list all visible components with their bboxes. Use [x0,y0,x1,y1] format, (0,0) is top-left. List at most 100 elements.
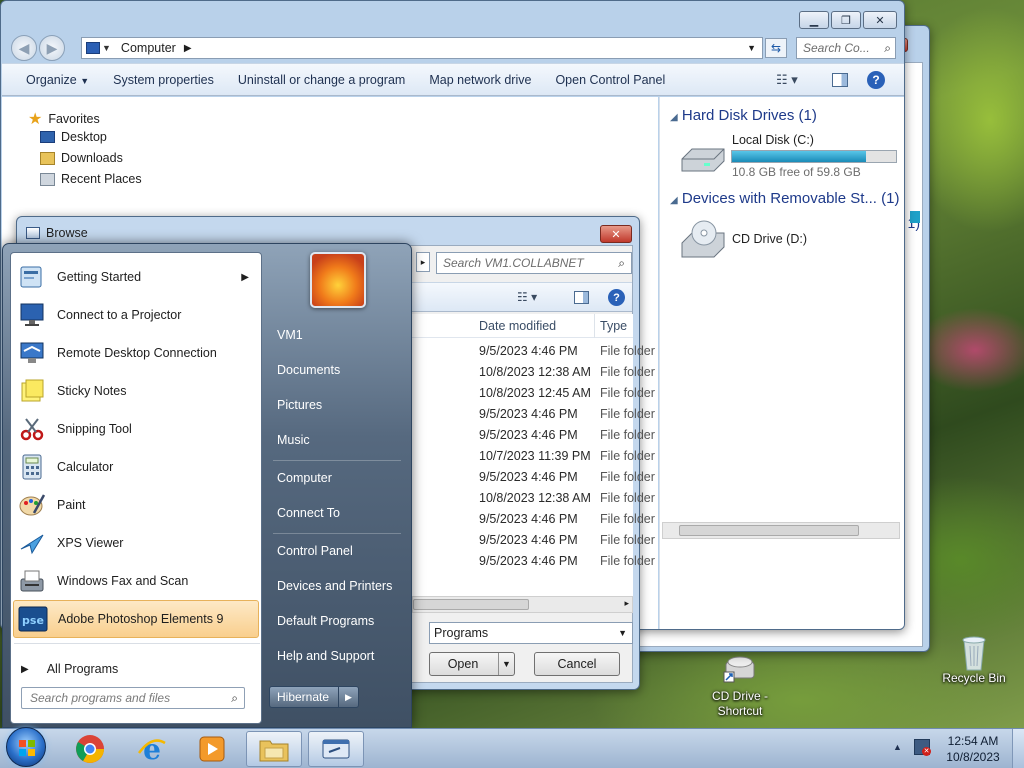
shutdown-options-arrow-icon[interactable]: ▶ [338,687,358,707]
view-options-icon[interactable]: ☷ ▾ [776,72,798,88]
browse-search-input[interactable]: Search VM1.COLLABNET ⌕ [436,252,632,274]
browse-preview-icon[interactable] [574,291,589,304]
browse-search-icon[interactable]: ⌕ [618,256,625,271]
address-bar[interactable]: ▼ Computer ▶ ▼ [81,37,763,59]
browse-horizontal-scrollbar[interactable]: ▸ [412,596,633,613]
table-row[interactable]: 9/5/2023 4:46 PM File folder [412,405,655,425]
start-program-item[interactable]: Sticky Notes [13,372,259,410]
start-program-item[interactable]: Remote Desktop Connection [13,334,259,372]
scrollbar-thumb[interactable] [679,525,859,536]
preview-pane-icon[interactable] [832,72,848,87]
start-program-item[interactable]: Windows Fax and Scan [13,562,259,600]
maximize-button[interactable]: ❐ [831,11,861,29]
open-button[interactable]: Open ▼ [429,652,515,676]
organize-menu[interactable]: Organize ▼ [2,73,101,87]
clock[interactable]: 12:54 AM 10/8/2023 [938,733,1008,765]
address-text: Computer [120,41,176,55]
start-search-input[interactable]: Search programs and files ⌕ [21,687,245,709]
start-button[interactable] [6,727,46,767]
start-place-item[interactable]: VM1 [277,328,303,342]
table-row[interactable]: 9/5/2023 4:46 PM File folder [412,426,655,446]
taskbar-media-player[interactable] [184,731,240,767]
group-removable-storage[interactable]: ◢ Devices with Removable St... (1) [670,190,899,207]
table-row[interactable]: 10/8/2023 12:45 AM File folder [412,384,655,404]
content-horizontal-scrollbar[interactable] [662,522,900,539]
scroll-right-icon[interactable]: ▸ [624,598,629,609]
table-row[interactable]: 9/5/2023 4:46 PM File folder [412,552,655,572]
cd-drive-shortcut[interactable]: CD Drive - Shortcut [702,650,778,719]
start-place-item[interactable]: Connect To [277,506,340,520]
search-icon[interactable]: ⌕ [884,41,891,56]
start-program-item[interactable]: Connect to a Projector [13,296,259,334]
windows-logo-icon [19,740,35,756]
start-place-item[interactable]: Pictures [277,398,322,412]
table-row[interactable]: 10/8/2023 12:38 AM File folder [412,489,655,509]
show-desktop-button[interactable] [1012,729,1024,768]
taskbar-windows-explorer[interactable] [246,731,302,767]
uninstall-program-button[interactable]: Uninstall or change a program [226,73,417,87]
recycle-bin[interactable]: Recycle Bin [936,632,1012,686]
start-search-icon[interactable]: ⌕ [231,691,238,706]
breadcrumb-chevron-icon[interactable]: ▶ [184,43,192,54]
open-dropdown-icon[interactable]: ▼ [498,653,514,675]
start-place-item[interactable]: Help and Support [277,649,374,663]
column-divider[interactable] [594,314,595,338]
address-history-icon[interactable]: ▼ [747,43,756,53]
shutdown-button[interactable]: Hibernate ▶ [269,686,359,708]
table-row[interactable]: 10/8/2023 12:38 AM File folder [412,363,655,383]
start-place-item[interactable]: Documents [277,363,340,377]
table-row[interactable]: 10/7/2023 11:39 PM File folder [412,447,655,467]
svg-text:e: e [143,733,161,765]
map-network-drive-button[interactable]: Map network drive [417,73,543,87]
browse-help-icon[interactable]: ? [608,289,625,306]
start-program-item[interactable]: Snipping Tool [13,410,259,448]
nav-item-downloads[interactable]: Downloads [40,151,123,165]
system-properties-button[interactable]: System properties [101,73,226,87]
column-type[interactable]: Type [600,319,627,333]
nav-item-desktop[interactable]: Desktop [40,130,107,144]
file-type-filter[interactable]: Programs ▼ [429,622,633,644]
taskbar-chrome[interactable] [62,731,118,767]
table-row[interactable]: 9/5/2023 4:46 PM File folder [412,468,655,488]
refresh-icon[interactable]: ⇆ [765,38,787,58]
explorer-search-input[interactable]: Search Co... ⌕ [796,37,896,59]
browse-close-button[interactable]: ✕ [600,225,632,243]
all-programs[interactable]: ▶ All Programs [13,650,259,688]
user-picture[interactable] [310,252,366,308]
start-program-item[interactable]: pse Adobe Photoshop Elements 9 [13,600,259,638]
back-button[interactable]: ◀ [11,35,37,61]
start-place-item[interactable]: Music [277,433,310,447]
nav-item-recent-places[interactable]: Recent Places [40,172,142,186]
open-control-panel-button[interactable]: Open Control Panel [543,73,677,87]
table-row[interactable]: 9/5/2023 4:46 PM File folder [412,342,655,362]
start-program-item[interactable]: Paint [13,486,259,524]
address-dropdown-icon[interactable]: ▼ [102,43,111,53]
recent-places-icon [40,172,55,186]
minimize-button[interactable]: ▁ [799,11,829,29]
taskbar-run-dialog[interactable] [308,731,364,767]
show-hidden-icons-icon[interactable]: ▲ [893,742,902,752]
start-place-item[interactable]: Control Panel [277,544,353,558]
browse-scrollbar-thumb[interactable] [413,599,529,610]
forward-button[interactable]: ▶ [39,35,65,61]
taskbar-internet-explorer[interactable]: e [124,731,180,767]
start-program-item[interactable]: Calculator [13,448,259,486]
table-row[interactable]: 9/5/2023 4:46 PM File folder [412,510,655,530]
column-date-modified[interactable]: Date modified [479,319,556,333]
cd-drive-item[interactable]: CD Drive (D:) [732,232,807,246]
group-hard-disk-drives[interactable]: ◢ Hard Disk Drives (1) [670,107,817,124]
network-status-icon[interactable]: ✕ [914,739,931,756]
start-place-item[interactable]: Devices and Printers [277,579,392,593]
start-program-item[interactable]: XPS Viewer [13,524,259,562]
browse-path-arrow-icon[interactable]: ▸ [416,252,430,272]
close-button[interactable]: ✕ [863,11,897,29]
browse-view-icon[interactable]: ☷ ▾ [517,290,537,304]
start-place-item[interactable]: Default Programs [277,614,374,628]
start-program-item[interactable]: Getting Started ▶ [13,258,259,296]
help-icon[interactable]: ? [867,70,885,89]
favorites-item[interactable]: ★ Favorites [28,109,100,129]
start-place-item[interactable]: Computer [277,471,332,485]
fax-icon [17,566,47,596]
table-row[interactable]: 9/5/2023 4:46 PM File folder [412,531,655,551]
cancel-button[interactable]: Cancel [534,652,620,676]
